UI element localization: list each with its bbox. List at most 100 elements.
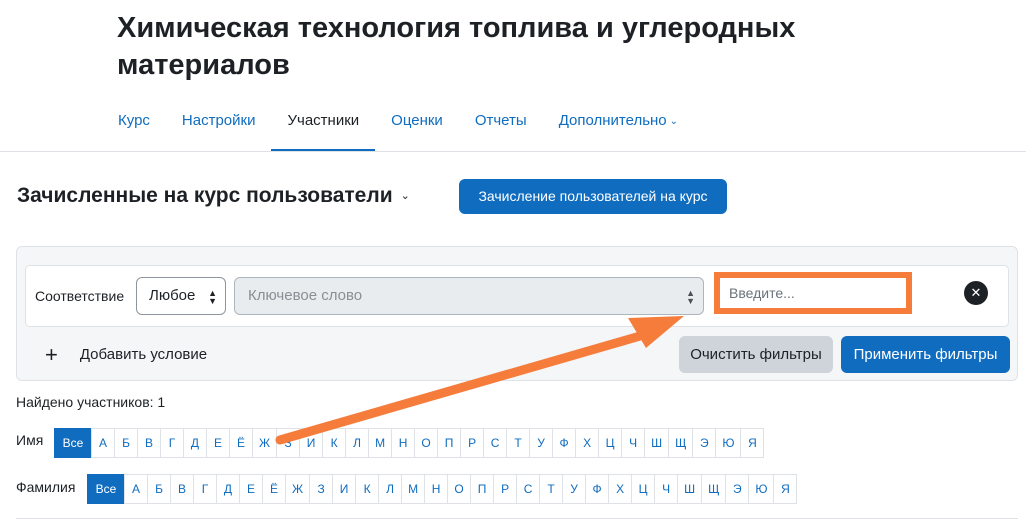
first-name-initial-letter[interactable]: Щ [668, 428, 694, 458]
condition-type-value: Ключевое слово [248, 287, 363, 304]
first-name-initial-letter[interactable]: К [322, 428, 347, 458]
first-name-initial-letter[interactable]: Ю [715, 428, 742, 458]
add-condition-label: Добавить условие [79, 346, 208, 363]
last-name-initial-letter[interactable]: Б [147, 474, 171, 504]
first-name-initial-letter[interactable]: Д [183, 428, 207, 458]
filter-value-input[interactable]: Введите... [714, 272, 912, 314]
first-name-initial-letter[interactable]: Р [460, 428, 485, 458]
last-name-initial-letter[interactable]: Л [378, 474, 403, 504]
first-name-initial-letter[interactable]: В [137, 428, 161, 458]
tab-label: Настройки [181, 112, 256, 129]
page-title[interactable]: Зачисленные на курс пользователи ⌄ [17, 184, 410, 208]
last-name-initial-letter[interactable]: М [401, 474, 426, 504]
match-select[interactable]: Любое ▲ ▼ [136, 277, 226, 315]
last-name-initial-letter[interactable]: З [309, 474, 334, 504]
first-name-initial-letter[interactable]: Ф [552, 428, 577, 458]
first-name-initial-letter[interactable]: У [529, 428, 554, 458]
tab-label: Оценки [391, 112, 443, 129]
first-name-initial-letter[interactable]: Ц [598, 428, 623, 458]
first-name-initial-letter[interactable]: Г [160, 428, 184, 458]
last-name-initial-letter[interactable]: Ё [262, 474, 286, 504]
last-name-initial-letter[interactable]: С [516, 474, 541, 504]
first-name-initial-letter[interactable]: А [91, 428, 115, 458]
first-name-initial-letter[interactable]: Е [206, 428, 230, 458]
last-name-initial-all[interactable]: Все [87, 474, 125, 504]
last-name-initial-letter[interactable]: О [447, 474, 472, 504]
filter-panel: Соответствие Любое ▲ ▼ Ключевое слово ▲ ▼ … [16, 246, 1018, 381]
clear-filters-button[interactable]: Очистить фильтры [679, 336, 833, 373]
last-name-initials-label: Фамилия [16, 479, 76, 495]
last-name-initial-letter[interactable]: И [332, 474, 357, 504]
tab-participants[interactable]: Участники [271, 102, 375, 152]
filter-condition-row: Соответствие Любое ▲ ▼ Ключевое слово ▲ ▼ … [25, 265, 1009, 327]
last-name-initial-letter[interactable]: Х [608, 474, 633, 504]
tab-label: Участники [287, 112, 360, 129]
course-nav: Курс Настройки Участники Оценки Отчеты Д… [102, 102, 694, 152]
last-name-initial-letter[interactable]: Н [424, 474, 449, 504]
first-name-initial-letter[interactable]: Ё [229, 428, 253, 458]
last-name-initial-letter[interactable]: Ж [285, 474, 311, 504]
first-name-initials-label: Имя [16, 432, 44, 448]
first-name-initial-letter[interactable]: Т [506, 428, 531, 458]
first-name-initial-letter[interactable]: М [368, 428, 393, 458]
first-name-initial-letter[interactable]: О [414, 428, 439, 458]
last-name-initial-letter[interactable]: Э [725, 474, 750, 504]
plus-icon: + [45, 342, 58, 367]
apply-filters-button[interactable]: Применить фильтры [841, 336, 1010, 373]
remove-condition-button[interactable]: ✕ [964, 281, 988, 305]
last-name-initial-letter[interactable]: Д [216, 474, 240, 504]
first-name-initial-all[interactable]: Все [54, 428, 92, 458]
last-name-initial-letter[interactable]: Ш [677, 474, 703, 504]
enrol-users-button[interactable]: Зачисление пользователей на курс [459, 179, 727, 214]
tab-settings[interactable]: Настройки [166, 102, 272, 152]
first-name-initial-letter[interactable]: З [276, 428, 301, 458]
first-name-initial-letter[interactable]: Б [114, 428, 138, 458]
chevron-down-icon: ⌄ [669, 116, 679, 127]
first-name-initial-letter[interactable]: Л [345, 428, 370, 458]
last-name-initial-letter[interactable]: Е [239, 474, 263, 504]
last-name-initial-letter[interactable]: Я [773, 474, 798, 504]
tab-reports[interactable]: Отчеты [459, 102, 543, 152]
first-name-initial-letter[interactable]: Ж [252, 428, 278, 458]
tab-label: Отчеты [474, 112, 527, 129]
first-name-initial-letter[interactable]: Э [692, 428, 717, 458]
last-name-initial-letter[interactable]: У [562, 474, 587, 504]
tab-course[interactable]: Курс [102, 102, 166, 152]
page-title-text: Зачисленные на курс пользователи [17, 184, 393, 207]
participants-count: Найдено участников: 1 [16, 394, 166, 410]
last-name-initial-letter[interactable]: А [124, 474, 148, 504]
first-name-initial-letter[interactable]: Я [740, 428, 765, 458]
match-label: Соответствие [35, 288, 125, 304]
last-name-initial-letter[interactable]: Ч [654, 474, 679, 504]
first-name-initials-bar: Все А Б В Г Д Е Ё Ж З И К Л М Н О П Р С Т У Ф Х Ц Ч Ш Щ Э Ю Я [54, 428, 765, 458]
last-name-initial-letter[interactable]: П [470, 474, 495, 504]
last-name-initial-letter[interactable]: Г [193, 474, 217, 504]
select-arrows-icon: ▲ ▼ [208, 288, 217, 306]
last-name-initial-letter[interactable]: Ю [748, 474, 775, 504]
tab-more[interactable]: Дополнительно ⌄ [543, 102, 694, 152]
divider [16, 518, 1018, 519]
condition-type-select[interactable]: Ключевое слово ▲ ▼ [234, 277, 704, 315]
nav-divider [0, 151, 1026, 152]
first-name-initial-letter[interactable]: П [437, 428, 462, 458]
last-name-initial-letter[interactable]: Р [493, 474, 518, 504]
first-name-initial-letter[interactable]: С [483, 428, 508, 458]
match-select-value: Любое [149, 287, 196, 304]
select-arrows-icon: ▲ ▼ [686, 288, 695, 306]
first-name-initial-letter[interactable]: Ч [621, 428, 646, 458]
chevron-down-icon: ⌄ [400, 190, 410, 202]
last-name-initial-letter[interactable]: К [355, 474, 380, 504]
last-name-initial-letter[interactable]: Ф [585, 474, 610, 504]
first-name-initial-letter[interactable]: И [299, 428, 324, 458]
tab-label: Курс [118, 112, 150, 129]
course-title: Химическая технология топлива и углеродн… [117, 12, 796, 81]
last-name-initial-letter[interactable]: В [170, 474, 194, 504]
first-name-initial-letter[interactable]: Н [391, 428, 416, 458]
last-name-initial-letter[interactable]: Т [539, 474, 564, 504]
add-condition-button[interactable]: + Добавить условие [45, 342, 207, 368]
last-name-initial-letter[interactable]: Ц [631, 474, 656, 504]
tab-grades[interactable]: Оценки [375, 102, 459, 152]
last-name-initial-letter[interactable]: Щ [701, 474, 727, 504]
first-name-initial-letter[interactable]: Х [575, 428, 600, 458]
first-name-initial-letter[interactable]: Ш [644, 428, 670, 458]
